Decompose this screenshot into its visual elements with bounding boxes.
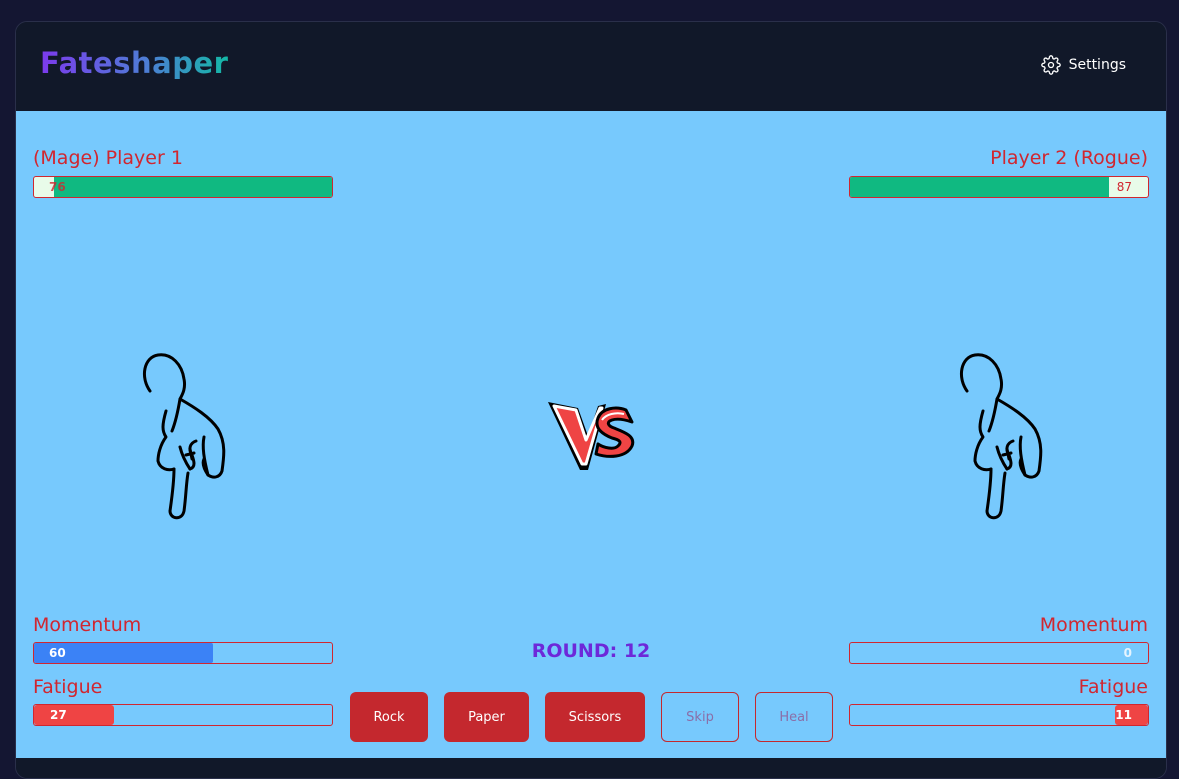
player1-name: (Mage) Player 1 [33, 147, 183, 169]
player2-momentum-label: Momentum [1039, 614, 1148, 636]
player1-health-fill [54, 177, 332, 197]
player2-health-bar: 87 [849, 176, 1149, 198]
player1-hand-icon [142, 353, 226, 520]
vs-icon [548, 402, 635, 470]
game-frame: Fateshaper Settings (Mage) Player 1 Play… [15, 21, 1167, 779]
gear-icon [1040, 55, 1061, 75]
skip-button[interactable]: Skip [661, 692, 739, 742]
arena: (Mage) Player 1 Player 2 (Rogue) 76 87 M… [16, 111, 1166, 758]
player2-health-fill [850, 177, 1110, 197]
player1-momentum-label: Momentum [33, 614, 142, 636]
footer-strip [16, 758, 1166, 778]
player1-fatigue-value: 27 [50, 708, 67, 722]
settings-label: Settings [1068, 57, 1126, 73]
scissors-button[interactable]: Scissors [545, 692, 645, 742]
player2-fatigue-label: Fatigue [1078, 676, 1148, 698]
player1-fatigue-fill [34, 705, 115, 725]
player1-health-value: 76 [49, 180, 66, 194]
settings-button[interactable]: Settings [1040, 55, 1126, 75]
player2-health-value: 87 [1116, 180, 1132, 194]
player1-health-bar: 76 [33, 176, 333, 198]
app-logo: Fateshaper [40, 46, 229, 80]
player2-fatigue-value: 11 [1115, 708, 1132, 722]
player1-fatigue-label: Fatigue [33, 676, 103, 698]
player1-fatigue-bar: 27 [33, 704, 333, 726]
paper-button[interactable]: Paper [444, 692, 529, 742]
round-indicator: ROUND: 12 [531, 640, 651, 662]
player2-fatigue-bar: 11 [849, 704, 1149, 726]
header: Fateshaper Settings [16, 22, 1166, 111]
player2-name: Player 2 (Rogue) [990, 147, 1148, 169]
heal-button[interactable]: Heal [755, 692, 833, 742]
rock-button[interactable]: Rock [350, 692, 428, 742]
player2-hand-icon [959, 353, 1043, 520]
